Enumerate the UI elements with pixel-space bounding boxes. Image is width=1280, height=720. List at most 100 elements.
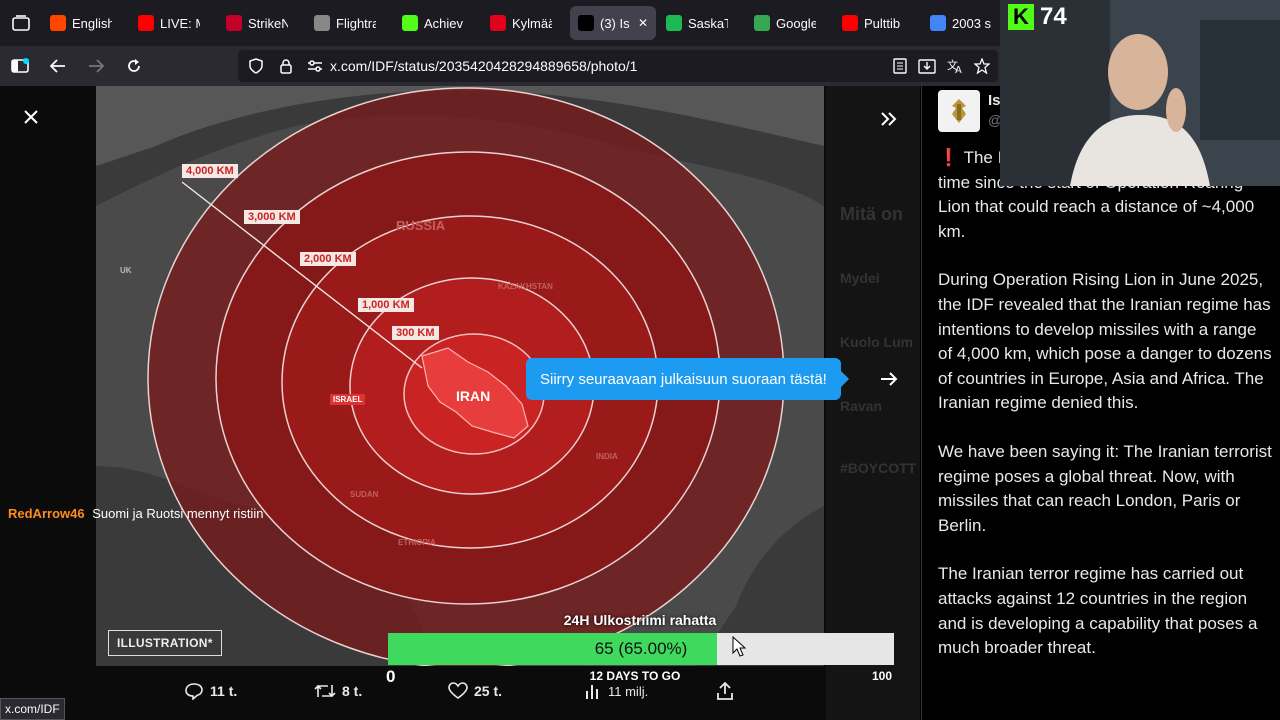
repost-button[interactable]: 8 t. [314, 682, 362, 700]
sidebar-button[interactable] [2, 50, 38, 82]
author-avatar[interactable] [938, 90, 980, 132]
browser-tab[interactable]: StrikeN [218, 6, 304, 40]
tab-title: Flightra [336, 15, 376, 31]
iran-label: IRAN [456, 388, 491, 404]
post-text: ❗ The I... a long-range missile for the … [938, 146, 1274, 685]
country-label-sudan: SUDAN [350, 490, 379, 499]
browser-tab[interactable]: English [42, 6, 128, 40]
youtube-icon [138, 15, 154, 31]
range-label-3000km: 3,000 KM [244, 210, 300, 224]
country-label-kazakhstan: KAZAKHSTAN [498, 282, 553, 291]
tracking-shield-icon [249, 58, 263, 74]
mouse-cursor-icon [732, 635, 747, 663]
viewer-count: 74 [1040, 3, 1067, 30]
tab-overview-button[interactable] [0, 0, 42, 46]
israel-label: ISRAEL [330, 394, 366, 405]
like-button[interactable]: 25 t. [448, 682, 502, 700]
browser-tab[interactable]: Flightra [306, 6, 392, 40]
tab-title: Google [776, 15, 816, 31]
bookmark-star-icon[interactable] [974, 58, 990, 74]
country-label-russia: RUSSIA [396, 218, 446, 233]
reddit-icon [50, 15, 66, 31]
reply-count: 11 t. [210, 683, 238, 699]
idf-emblem-icon [952, 99, 966, 123]
browser-tab[interactable]: Achiev [394, 6, 480, 40]
photo-viewer: Mitä on Mydei Kuolo Lum Ravan #BOYCOTT R… [0, 86, 920, 720]
repost-count: 8 t. [342, 683, 363, 699]
country-label-india: INDIA [596, 452, 618, 461]
mute-icon [226, 15, 242, 31]
stream-chat-message: RedArrow46 Suomi ja Ruotsi mennyt ristii… [8, 506, 263, 521]
tab-title: LIVE: M [160, 15, 200, 31]
address-bar-actions: 文A [892, 50, 990, 82]
browser-tab[interactable]: Kylmää [482, 6, 568, 40]
back-arrow-icon [50, 59, 65, 73]
back-button[interactable] [40, 50, 76, 82]
double-chevron-right-icon [881, 112, 897, 126]
background-trend-item: #BOYCOTT [840, 460, 917, 476]
goal-title: 24H Ulkostriimi rahatta [563, 612, 717, 628]
views-button[interactable]: 11 milj. [584, 682, 648, 700]
spotify-icon [666, 15, 682, 31]
sidebar-icon [11, 58, 29, 73]
radar-icon [314, 15, 330, 31]
country-label-ethiopia: ETHIOPIA [398, 538, 436, 547]
country-label-uk: UK [120, 266, 132, 275]
install-page-icon[interactable] [918, 58, 936, 74]
background-trending-title: Mitä on [840, 204, 903, 224]
tab-list: English LIVE: M StrikeN Flightra Achiev Kylmä… [42, 6, 1008, 40]
close-photo-button[interactable] [18, 104, 44, 130]
tab-title: Kylmää [512, 15, 552, 31]
post-actions: 11 t. 8 t. 25 t. 11 milj. [180, 682, 760, 710]
browser-tab[interactable]: 2003 s [922, 6, 1008, 40]
reader-view-icon[interactable] [892, 58, 908, 74]
close-icon [24, 110, 38, 124]
repost-icon [314, 684, 336, 698]
browser-tab[interactable]: Google [746, 6, 832, 40]
views-chart-icon [586, 685, 598, 699]
kick-viewer-badge: K 74 [1008, 2, 1067, 32]
maps-icon [754, 15, 770, 31]
url-text[interactable]: x.com/IDF/status/2035420428294889658/pho… [330, 58, 637, 74]
exclamation-icon: ❗ [938, 148, 960, 167]
tab-title: (3) Is [600, 15, 630, 31]
svg-text:A: A [955, 65, 962, 74]
browser-tab[interactable]: LIVE: M [130, 6, 216, 40]
next-post-button[interactable] [874, 364, 904, 394]
forward-button[interactable] [78, 50, 114, 82]
share-button[interactable] [716, 682, 734, 700]
tab-title: Pulttib [864, 15, 901, 31]
kick-logo-icon: K [1008, 4, 1034, 30]
tab-title: English [72, 15, 112, 31]
browser-tab[interactable]: (3) Is ✕ [570, 6, 656, 40]
address-bar[interactable]: x.com/IDF/status/2035420428294889658/pho… [238, 50, 998, 82]
post-paragraph: The Iranian terror regime has carried ou… [938, 564, 1258, 658]
tab-title: 2003 s [952, 15, 992, 31]
browser-tab[interactable]: Pulttib [834, 6, 920, 40]
background-trend-item: Mydei [840, 270, 880, 286]
range-label-300km: 300 KM [392, 326, 439, 340]
reply-button[interactable]: 11 t. [184, 682, 237, 700]
lock-icon [280, 59, 292, 74]
tab-title: SaskaT [688, 15, 728, 31]
tab-overview-icon [12, 15, 30, 31]
news-icon [490, 15, 506, 31]
forward-arrow-icon [89, 59, 104, 73]
toggle-sidebar-button[interactable] [874, 104, 904, 134]
background-trend-item: Kuolo Lum [840, 334, 914, 350]
google-icon [930, 15, 946, 31]
chat-text: Suomi ja Ruotsi mennyt ristiin [92, 506, 264, 521]
share-icon [717, 682, 733, 700]
background-trend-item: Ravan [840, 398, 883, 414]
next-post-tooltip[interactable]: Siirry seuraavaan julkaisuun suoraan täs… [526, 358, 849, 400]
browser-tab[interactable]: SaskaT [658, 6, 744, 40]
author-name[interactable]: Is [988, 92, 1001, 109]
close-tab-icon[interactable]: ✕ [638, 16, 648, 30]
translate-icon[interactable]: 文A [946, 58, 964, 74]
goal-value: 65 (65.00%) [594, 639, 688, 658]
goal-progress-bar: 65 (65.00%) [388, 633, 894, 665]
youtube-icon [842, 15, 858, 31]
post-paragraph: We have been saying it: The Iranian terr… [938, 441, 1272, 535]
range-label-4000km: 4,000 KM [182, 164, 238, 178]
reload-button[interactable] [116, 50, 152, 82]
